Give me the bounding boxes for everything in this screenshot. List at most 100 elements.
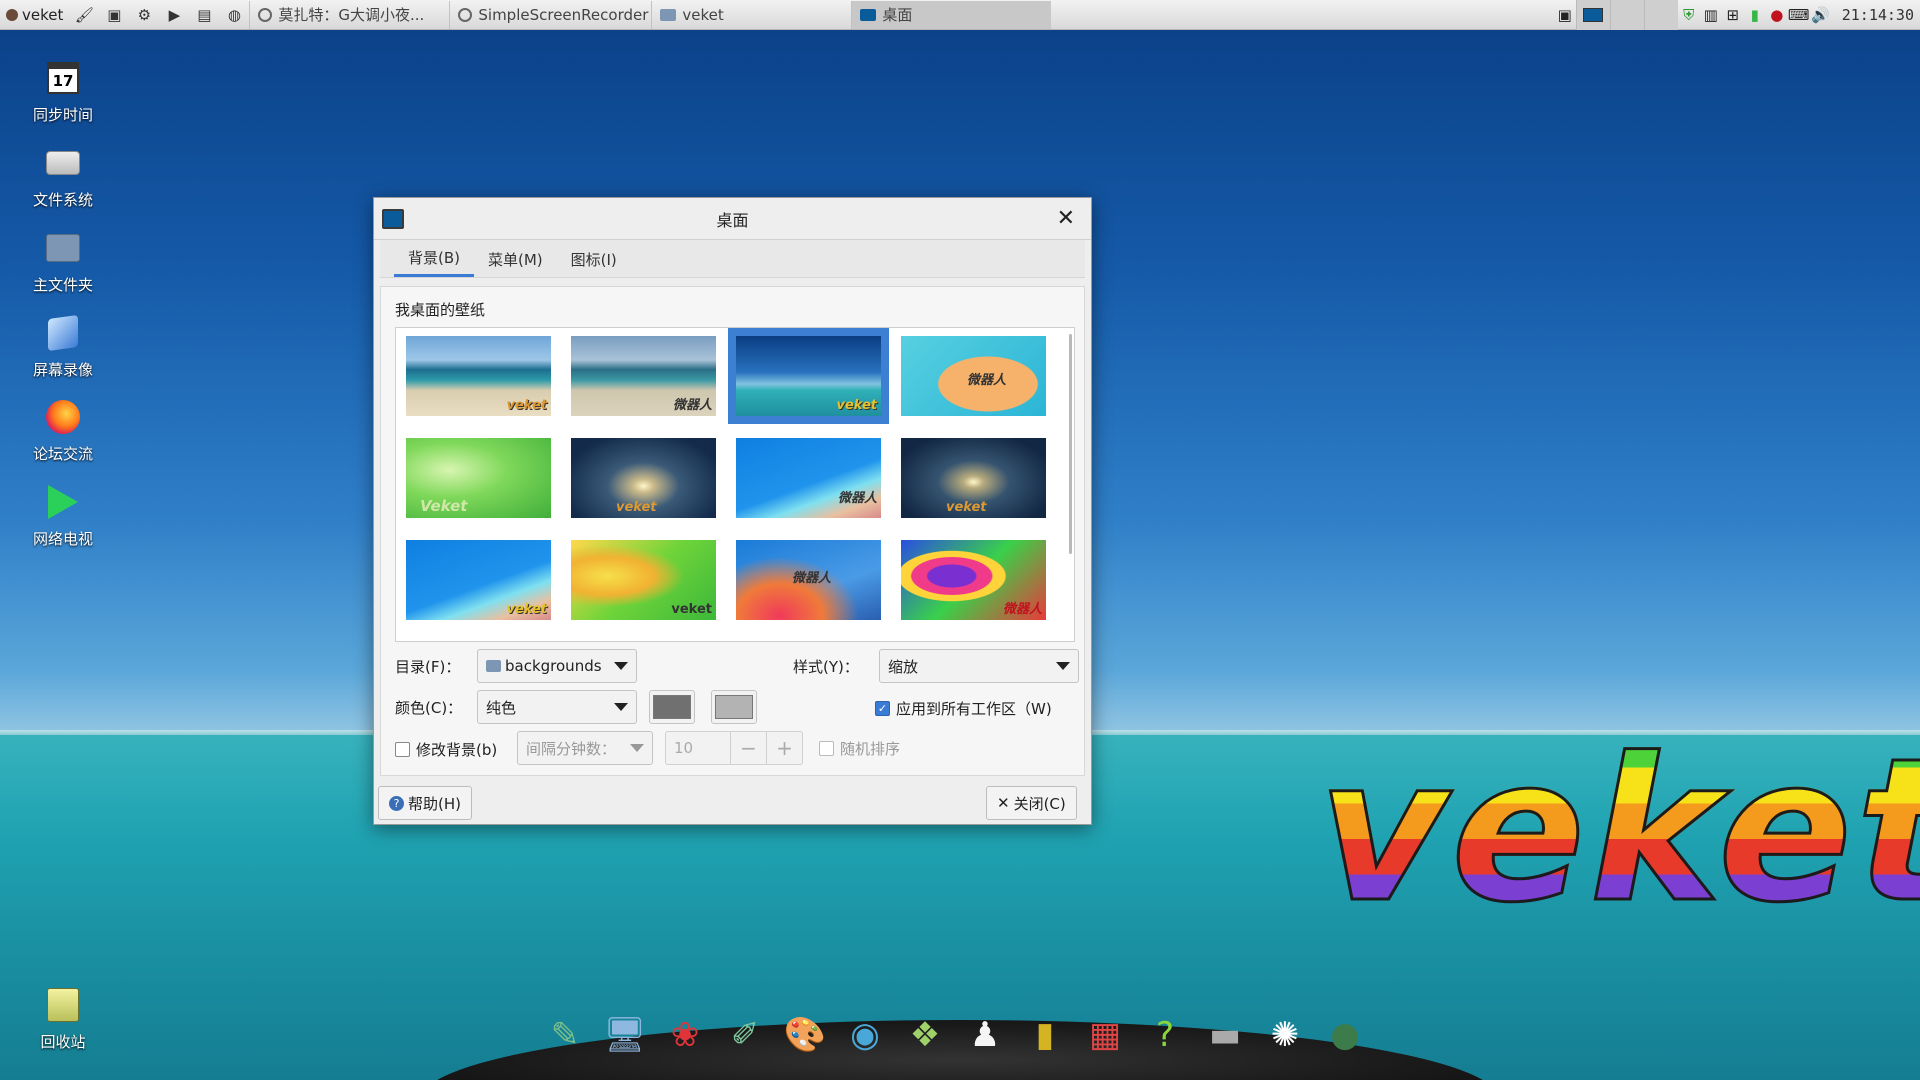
workspace-1[interactable] [1575, 0, 1610, 30]
dock-network-icon[interactable]: ❖ [900, 1010, 950, 1060]
random-order-checkbox[interactable] [819, 740, 834, 756]
dock-drive-icon[interactable]: ▬ [1200, 1010, 1250, 1060]
task-screenrecorder[interactable]: SimpleScreenRecorder [449, 0, 651, 29]
wallpaper-thumb[interactable]: 微器人 [901, 336, 1046, 416]
directory-value: backgrounds [505, 657, 602, 675]
workspace-2[interactable] [1609, 0, 1644, 30]
drive-icon [43, 143, 83, 183]
close-icon[interactable]: ✕ [1057, 206, 1075, 231]
change-bg-row[interactable]: 修改背景(b) [395, 739, 497, 760]
dock-computer-icon[interactable]: 🖥 [600, 1010, 650, 1060]
desktop-icon-network-tv[interactable]: 网络电视 [20, 482, 106, 549]
tab-background[interactable]: 背景(B) [394, 241, 474, 277]
close-button[interactable]: ✕ 关闭(C) [986, 786, 1077, 820]
primary-color-button[interactable] [649, 690, 695, 724]
apply-all-row[interactable]: ✓ 应用到所有工作区（W) [875, 698, 1052, 719]
interval-stepper[interactable]: 10 − + [665, 731, 803, 765]
desktop-icon-filesystem[interactable]: 文件系统 [20, 143, 106, 210]
play-icon [43, 482, 83, 522]
dock-palette-icon[interactable]: 🎨 [780, 1010, 830, 1060]
tab-menu[interactable]: 菜单(M) [474, 241, 557, 277]
dock-headphones-icon[interactable]: ◉ [840, 1010, 890, 1060]
desktop-icon-screen-record[interactable]: 屏幕录像 [20, 313, 106, 380]
wallpaper-thumb[interactable]: veket [901, 438, 1046, 518]
volume-icon[interactable]: 🔊 [1810, 0, 1832, 30]
task-desktop[interactable]: 桌面 [851, 0, 1052, 29]
task-label: veket [682, 5, 724, 24]
wallpaper-thumb[interactable]: Veket [406, 438, 551, 518]
secondary-color-button[interactable] [711, 690, 757, 724]
wallpaper-thumb[interactable]: 微器人 [736, 438, 881, 518]
clock[interactable]: 21:14:30 [1832, 6, 1920, 24]
calendar-day: 17 [47, 62, 79, 94]
clipboard-icon[interactable]: ▥ [1700, 0, 1722, 30]
wallpaper-thumb[interactable]: veket [406, 336, 551, 416]
wallpaper-gallery[interactable]: veket 微器人 veket 微器人 Veket veket 微器人 veke… [395, 327, 1075, 642]
dialog-title: 桌面 [716, 210, 749, 230]
dock-book-icon[interactable]: ▮ [1020, 1010, 1070, 1060]
keyboard-icon[interactable]: ⌨ [1788, 0, 1810, 30]
dock-notes-icon[interactable]: ✐ [720, 1010, 770, 1060]
dock-paint-icon[interactable]: ✎ [540, 1010, 590, 1060]
start-menu-button[interactable]: veket [0, 0, 69, 30]
directory-select[interactable]: backgrounds [477, 649, 637, 683]
desktop-icon-home-folder[interactable]: 主文件夹 [20, 228, 106, 295]
wallpaper-watermark: veket [616, 500, 657, 515]
terminal-icon[interactable]: ▤ [193, 4, 215, 26]
paint-brush-icon[interactable]: 🖌 [73, 4, 95, 26]
style-select[interactable]: 缩放 [879, 649, 1079, 683]
folder-icon [486, 660, 501, 672]
desktop-icon-sync-time[interactable]: 17 同步时间 [20, 58, 106, 125]
desktop-icon-label: 主文件夹 [32, 276, 93, 294]
wallpaper-thumb[interactable]: 微器人 [901, 540, 1046, 620]
wallpaper-thumb[interactable]: 微器人 [571, 336, 716, 416]
shield-icon[interactable]: ⛨ [1678, 0, 1700, 30]
dock-help-icon[interactable]: ? [1140, 1010, 1190, 1060]
task-veket-folder[interactable]: veket [651, 0, 851, 29]
dock-pet-icon[interactable]: ❀ [660, 1010, 710, 1060]
music-app-icon [258, 7, 273, 22]
screen-icon[interactable]: ▣ [1554, 0, 1576, 30]
globe-icon[interactable]: ◍ [223, 4, 245, 26]
dock-chart-icon[interactable]: ▦ [1080, 1010, 1130, 1060]
dock-globe-icon[interactable]: ● [1320, 1010, 1370, 1060]
settings-icon[interactable]: ⚙ [133, 4, 155, 26]
tab-icons[interactable]: 图标(I) [557, 241, 631, 277]
change-bg-label: 修改背景(b) [416, 741, 498, 759]
gallery-scrollbar[interactable] [1069, 334, 1072, 554]
desktop-icon-label: 屏幕录像 [32, 361, 93, 379]
record-icon[interactable]: ● [1766, 0, 1788, 30]
minus-icon[interactable]: − [730, 732, 766, 764]
wallpaper-watermark: 微器人 [966, 373, 1006, 388]
desktop-settings-dialog: 桌面 ✕ 背景(B) 菜单(M) 图标(I) 我桌面的壁纸 veket 微器人 … [373, 197, 1092, 825]
interval-label: 间隔分钟数： [526, 739, 617, 758]
dialog-titlebar[interactable]: 桌面 ✕ [374, 198, 1091, 240]
task-music[interactable]: 莫扎特：G大调小夜... [249, 0, 449, 29]
wallpaper-thumb[interactable]: veket [406, 540, 551, 620]
desktop-icon-label: 回收站 [40, 1033, 86, 1051]
monitor-icon[interactable]: ▣ [103, 4, 125, 26]
dock-brightness-icon[interactable]: ✺ [1260, 1010, 1310, 1060]
wallpaper-thumb[interactable]: veket [571, 540, 716, 620]
battery-icon[interactable]: ▮ [1744, 0, 1766, 30]
interval-select[interactable]: 间隔分钟数： [517, 731, 653, 765]
chevron-down-icon [614, 703, 628, 711]
help-button[interactable]: ? 帮助(H) [378, 786, 472, 820]
wallpaper-thumb[interactable]: 微器人 [736, 540, 881, 620]
desktop-icon-forum[interactable]: 论坛交流 [20, 397, 106, 464]
wallpaper-thumb[interactable]: veket [571, 438, 716, 518]
play-icon[interactable]: ▶ [163, 4, 185, 26]
chevron-down-icon [630, 744, 644, 752]
plus-icon[interactable]: + [766, 732, 802, 764]
dock-qq-icon[interactable]: ♟ [960, 1010, 1010, 1060]
apply-all-checkbox[interactable]: ✓ [875, 701, 890, 716]
desktop-icon-label: 文件系统 [32, 191, 93, 209]
desktop-icon-trash[interactable]: 回收站 [20, 985, 106, 1052]
wallpaper-watermark: veket [506, 398, 547, 413]
wallpaper-thumb-selected[interactable]: veket [728, 328, 889, 424]
change-bg-checkbox[interactable] [395, 742, 410, 757]
wallpaper-label: 我桌面的壁纸 [395, 301, 486, 319]
color-mode-select[interactable]: 纯色 [477, 690, 637, 724]
workspace-3[interactable] [1643, 0, 1678, 30]
network-icon[interactable]: ⊞ [1722, 0, 1744, 30]
